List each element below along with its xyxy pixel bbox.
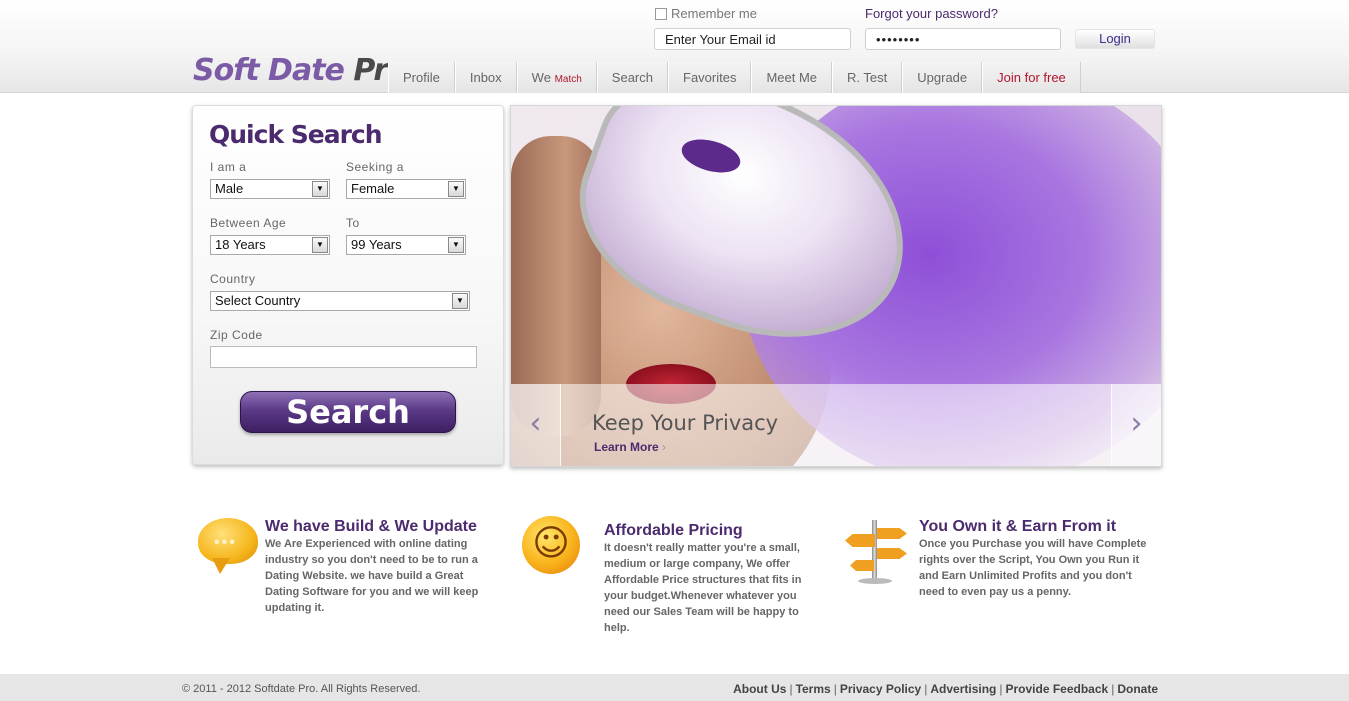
- footer-link-terms[interactable]: Terms: [796, 682, 831, 696]
- seeking-select[interactable]: Female ▼: [346, 179, 466, 199]
- feature-text: It doesn't really matter you're a small,…: [604, 542, 802, 634]
- nav-we-match[interactable]: We Match: [516, 62, 597, 93]
- search-button[interactable]: Search: [240, 391, 456, 433]
- seeking-value: Female: [351, 181, 395, 196]
- footer-separator: |: [789, 682, 793, 696]
- remember-label: Remember me: [671, 6, 757, 21]
- chevron-down-icon: ▼: [448, 181, 464, 197]
- signpost-arrow: [850, 560, 874, 571]
- main-nav: Profile Inbox We Match Search Favorites …: [388, 62, 1081, 93]
- login-button[interactable]: Login: [1075, 29, 1155, 49]
- copyright-text: © 2011 - 2012 Softdate Pro. All Rights R…: [182, 683, 421, 695]
- feature-title: We have Build & We Update: [265, 518, 477, 535]
- arrow-right-icon: ›: [662, 440, 667, 454]
- age-to-select[interactable]: 99 Years ▼: [346, 235, 466, 255]
- age-from-value: 18 Years: [215, 237, 266, 252]
- chevron-down-icon: ▼: [448, 237, 464, 253]
- nav-upgrade[interactable]: Upgrade: [902, 62, 983, 93]
- chevron-down-icon: ▼: [312, 237, 328, 253]
- password-field[interactable]: ••••••••: [865, 28, 1061, 50]
- signpost-icon: [872, 520, 877, 582]
- seeking-label: Seeking a: [346, 160, 404, 174]
- logo-text-1: Soft Date: [193, 53, 345, 88]
- chevron-down-icon: ▼: [312, 181, 328, 197]
- quick-search-title: Quick Search: [209, 120, 383, 149]
- footer-link-provide-feedback[interactable]: Provide Feedback: [1005, 682, 1108, 696]
- feature-title: Affordable Pricing: [604, 522, 743, 539]
- nav-join-for-free[interactable]: Join for free: [982, 62, 1081, 93]
- to-label: To: [346, 216, 360, 230]
- country-label: Country: [210, 272, 256, 286]
- footer-separator: |: [1111, 682, 1115, 696]
- signpost-arrow: [845, 534, 875, 547]
- i-am-select[interactable]: Male ▼: [210, 179, 330, 199]
- feature-title: You Own it & Earn From it: [919, 518, 1117, 535]
- learn-more-link[interactable]: Learn More ›: [594, 440, 666, 454]
- chevron-down-icon: ▼: [452, 293, 468, 309]
- nav-we-match-label: We: [531, 70, 551, 85]
- between-age-label: Between Age: [210, 216, 287, 230]
- i-am-label: I am a: [210, 160, 247, 174]
- signpost-base: [858, 578, 892, 584]
- zip-code-input[interactable]: [210, 346, 477, 368]
- email-field[interactable]: Enter Your Email id: [654, 28, 851, 50]
- age-from-select[interactable]: 18 Years ▼: [210, 235, 330, 255]
- forgot-password-link[interactable]: Forgot your password?: [865, 6, 998, 21]
- nav-we-match-sub: Match: [554, 74, 582, 85]
- signpost-arrow: [877, 548, 907, 559]
- age-to-value: 99 Years: [351, 237, 402, 252]
- footer-separator: |: [924, 682, 928, 696]
- feature-text: Once you Purchase you will have Complete…: [919, 538, 1147, 598]
- zip-label: Zip Code: [210, 328, 263, 342]
- footer-link-donate[interactable]: Donate: [1117, 682, 1158, 696]
- nav-r-test[interactable]: R. Test: [832, 62, 903, 93]
- country-select[interactable]: Select Country ▼: [210, 291, 470, 311]
- header: Remember me Forgot your password? Enter …: [0, 0, 1349, 93]
- feature-text: We Are Experienced with online dating in…: [265, 538, 479, 614]
- remember-checkbox[interactable]: [655, 7, 667, 20]
- footer-separator: |: [833, 682, 837, 696]
- logo[interactable]: Soft Date Pro: [193, 53, 408, 88]
- footer-link-advertising[interactable]: Advertising: [930, 682, 996, 696]
- nav-profile[interactable]: Profile: [388, 62, 455, 93]
- footer-links: About Us | Terms | Privacy Policy | Advertisin…: [733, 682, 1158, 696]
- footer-link-about-us[interactable]: About Us: [733, 682, 786, 696]
- nav-meet-me[interactable]: Meet Me: [751, 62, 833, 93]
- banner-heading: Keep Your Privacy: [592, 411, 779, 435]
- nav-inbox[interactable]: Inbox: [454, 62, 517, 93]
- learn-more-label: Learn More: [594, 440, 659, 454]
- footer: © 2011 - 2012 Softdate Pro. All Rights R…: [0, 674, 1349, 701]
- footer-link-privacy-policy[interactable]: Privacy Policy: [840, 682, 921, 696]
- signpost-arrow: [877, 528, 907, 539]
- hero-banner: ‹ › Keep Your Privacy Learn More ›: [510, 105, 1162, 467]
- speech-bubble-tail: [212, 558, 230, 574]
- country-value: Select Country: [215, 293, 301, 308]
- chevron-right-icon[interactable]: ›: [1111, 384, 1161, 466]
- smiley-face: ☺: [532, 523, 570, 564]
- chevron-left-icon[interactable]: ‹: [511, 384, 561, 466]
- remember-me[interactable]: Remember me: [655, 6, 757, 21]
- speech-bubble-dots: •••: [214, 534, 237, 551]
- quick-search-panel: Quick Search I am a Male ▼ Seeking a Fem…: [192, 105, 504, 465]
- nav-search[interactable]: Search: [596, 62, 668, 93]
- i-am-value: Male: [215, 181, 244, 196]
- nav-favorites[interactable]: Favorites: [668, 62, 752, 93]
